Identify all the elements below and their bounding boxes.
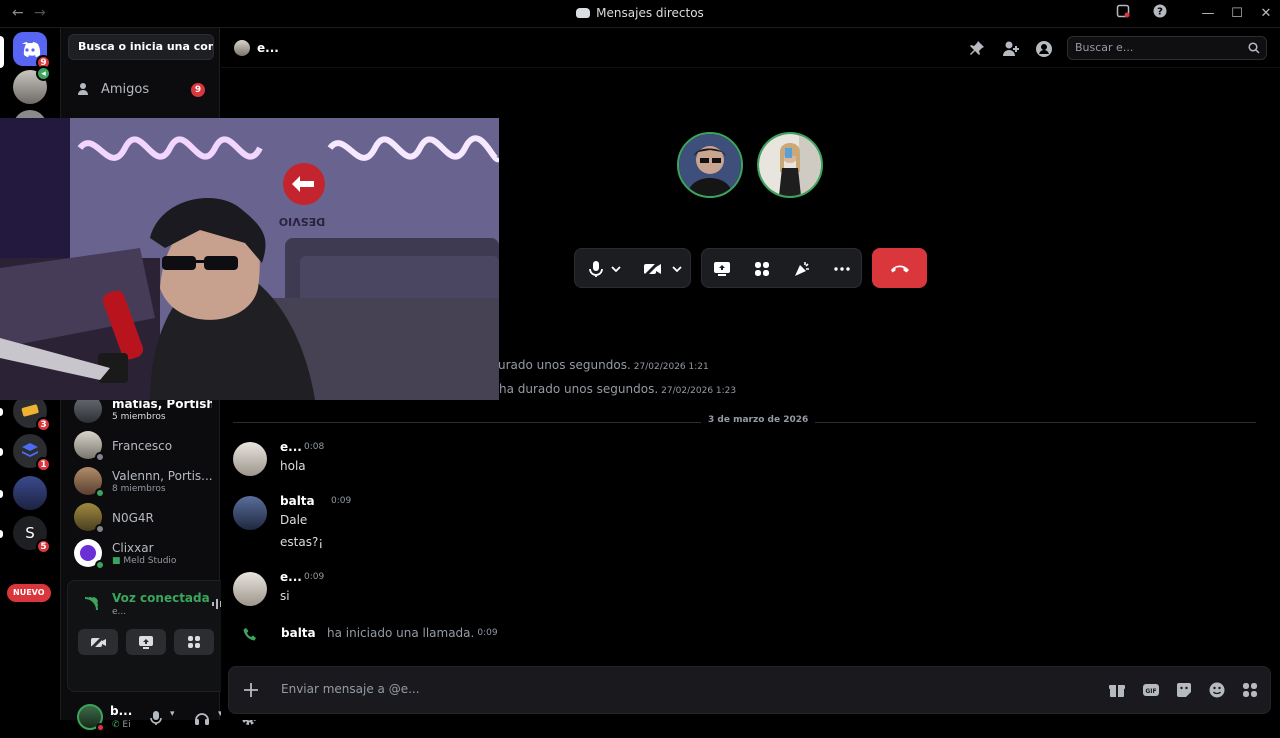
channel-header: e... Buscar e... xyxy=(221,28,1280,68)
inbox-icon[interactable] xyxy=(1113,4,1133,24)
participant-avatar[interactable] xyxy=(677,132,743,198)
maximize-icon[interactable]: ☐ xyxy=(1227,4,1247,24)
webcam-overlay: DESVIO xyxy=(0,118,499,400)
avatar[interactable] xyxy=(233,442,267,476)
dm-item[interactable]: N0G4R xyxy=(69,498,219,538)
activities-icon xyxy=(188,636,200,648)
chevron-down-icon[interactable] xyxy=(610,258,622,280)
status-online-icon xyxy=(95,560,105,570)
emoji-icon[interactable] xyxy=(1208,681,1226,699)
camera-toggle-button[interactable] xyxy=(78,629,118,655)
new-badge: NUEVO xyxy=(7,584,51,602)
chevron-down-icon[interactable]: ▾ xyxy=(170,709,175,719)
message: balta 0:09 Dale estas?¡ xyxy=(233,494,1233,554)
microphone-icon xyxy=(589,261,603,277)
gamepad-icon: ■ xyxy=(112,556,121,566)
camera-off-icon xyxy=(89,633,107,651)
svg-text:DESVIO: DESVIO xyxy=(279,215,326,228)
message: e... 0:08 hola xyxy=(233,440,1233,480)
call-log-entry: urado unos segundos. 27/02/2026 1:21 xyxy=(498,358,709,372)
unread-indicator xyxy=(0,448,3,456)
soundboard-button[interactable] xyxy=(791,258,813,280)
voice-dm-avatar[interactable]: ◂ xyxy=(13,66,51,104)
avatar[interactable] xyxy=(233,572,267,606)
friends-nav-item[interactable]: Amigos 9 xyxy=(67,74,215,106)
dm-item[interactable]: Clixxar ■ Meld Studio xyxy=(69,534,219,574)
camera-off-icon xyxy=(642,259,662,279)
soundboard-sparkle-icon xyxy=(795,262,809,276)
screen-share-button[interactable] xyxy=(126,629,166,655)
unread-indicator xyxy=(0,408,3,416)
svg-text:?: ? xyxy=(1157,7,1163,18)
discord-logo-icon xyxy=(576,8,591,18)
hang-up-button[interactable] xyxy=(872,248,927,288)
svg-text:GIF: GIF xyxy=(1145,688,1156,695)
camera-button[interactable] xyxy=(641,258,663,280)
dm-search-button[interactable]: Busca o inicia una conv... xyxy=(68,34,214,60)
window-title: Mensajes directos xyxy=(0,6,1280,20)
plus-icon[interactable] xyxy=(242,681,260,699)
close-icon[interactable]: ✕ xyxy=(1256,4,1276,24)
sticker-icon[interactable] xyxy=(1175,681,1193,699)
message-composer[interactable]: Enviar mensaje a @e... GIF xyxy=(228,666,1271,714)
status-dnd-icon xyxy=(96,723,105,732)
help-icon[interactable]: ? xyxy=(1150,4,1170,24)
friends-icon xyxy=(78,83,88,95)
status-offline-icon xyxy=(95,452,105,462)
server-icon-blue[interactable]: 1 xyxy=(13,434,51,472)
phone-hangup-icon xyxy=(891,265,909,273)
signal-icon[interactable] xyxy=(82,595,100,613)
activities-icon xyxy=(755,262,769,276)
dm-item[interactable]: Francesco xyxy=(69,426,219,466)
message: e... 0:09 si xyxy=(233,570,1233,610)
screen-share-icon xyxy=(139,636,153,649)
screen-share-button[interactable] xyxy=(711,258,733,280)
home-button[interactable]: 9 xyxy=(13,32,51,70)
search-icon xyxy=(1248,42,1260,54)
gift-icon[interactable] xyxy=(1108,681,1126,699)
dm-item[interactable]: Valennn, Portis... 8 miembros xyxy=(69,462,219,502)
title-bar: ← → Mensajes directos ? — ☐ ✕ xyxy=(0,0,1280,28)
status-online-icon xyxy=(95,488,105,498)
search-input[interactable]: Buscar e... xyxy=(1067,36,1267,60)
phone-icon xyxy=(243,628,256,641)
screen-share-icon xyxy=(714,262,730,276)
participant-avatar[interactable] xyxy=(757,132,823,198)
microphone-icon[interactable] xyxy=(149,710,163,726)
phone-icon: ✆ xyxy=(112,720,120,730)
status-offline-icon xyxy=(95,524,105,534)
user-profile-icon[interactable] xyxy=(1035,40,1053,58)
gif-icon[interactable]: GIF xyxy=(1142,681,1160,699)
headphones-icon[interactable] xyxy=(194,710,210,726)
avatar[interactable] xyxy=(233,496,267,530)
server-icon-avatar[interactable] xyxy=(13,476,47,510)
apps-icon[interactable] xyxy=(1241,681,1259,699)
audio-video-controls xyxy=(574,248,691,288)
ellipsis-icon xyxy=(834,267,850,271)
dm-avatar xyxy=(234,40,250,56)
call-log-entry: ha durado unos segundos. 27/02/2026 1:23 xyxy=(499,382,737,396)
chevron-down-icon[interactable] xyxy=(671,258,683,280)
microphone-button[interactable] xyxy=(585,258,607,280)
server-s[interactable]: S 5 xyxy=(13,516,51,554)
activities-button[interactable] xyxy=(174,629,214,655)
selected-indicator xyxy=(0,36,4,68)
unread-indicator xyxy=(0,530,3,538)
call-started-entry: balta ha iniciado una llamada. 0:09 xyxy=(233,626,1233,646)
speaker-icon: ◂ xyxy=(36,66,51,81)
date-divider: 3 de marzo de 2026 xyxy=(233,415,1256,425)
call-actions xyxy=(701,248,862,288)
pin-icon[interactable] xyxy=(969,40,985,56)
add-friend-icon[interactable] xyxy=(1002,40,1020,58)
minimize-icon[interactable]: — xyxy=(1198,4,1218,24)
unread-indicator xyxy=(0,490,3,498)
activities-button[interactable] xyxy=(751,258,773,280)
more-options-button[interactable] xyxy=(831,258,853,280)
webcam-video-image: DESVIO xyxy=(0,118,499,400)
